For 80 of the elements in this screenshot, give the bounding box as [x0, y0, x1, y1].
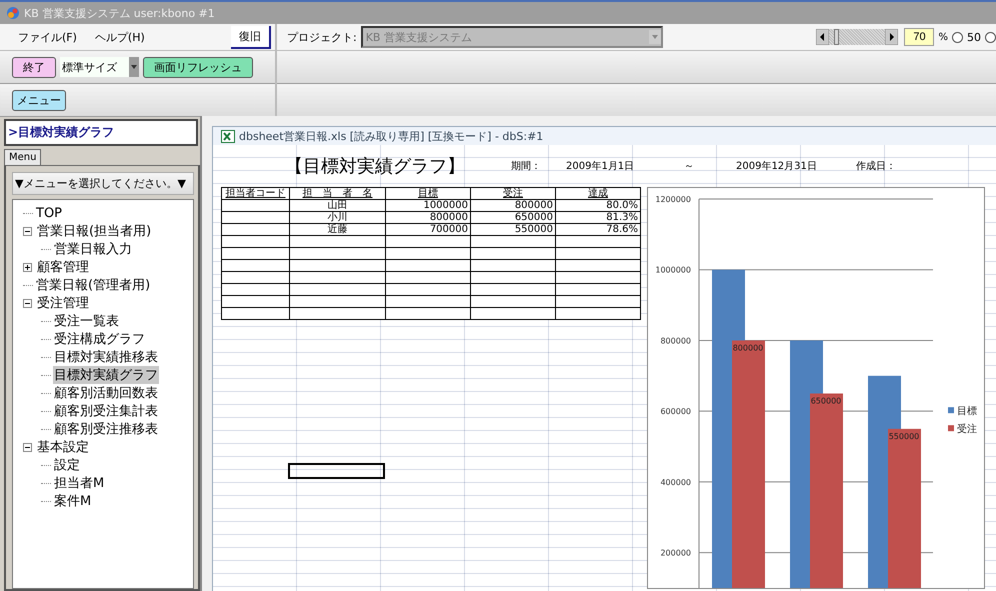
- current-page-label: >目標対実績グラフ: [4, 119, 198, 146]
- collapse-icon[interactable]: [23, 442, 32, 452]
- y-tick-label: 600000: [660, 407, 691, 416]
- y-tick-label: 1000000: [655, 266, 691, 275]
- table-cell: 800000: [430, 212, 468, 223]
- table-cell: 650000: [514, 212, 553, 223]
- table-cell: 1000000: [423, 200, 468, 211]
- period-from: 2009年1月1日: [566, 160, 636, 173]
- zoom-scrollbar[interactable]: [816, 28, 898, 46]
- collapse-icon[interactable]: [23, 298, 32, 308]
- spreadsheet-icon: [221, 130, 235, 142]
- sheet-heading: 【目標対実績グラフ】: [285, 155, 466, 178]
- column-header: 受注: [470, 188, 556, 200]
- data-label: 800000: [732, 343, 764, 352]
- table-cell: 81.3%: [606, 212, 638, 223]
- column-header: 目標: [386, 188, 470, 200]
- tree-item[interactable]: 受注管理: [36, 294, 90, 312]
- tree-item[interactable]: TOP: [35, 206, 64, 220]
- data-label: 650000: [810, 396, 842, 406]
- radio-label: 50: [967, 30, 981, 44]
- scroll-right-icon[interactable]: [885, 29, 898, 45]
- table-cell: 80.0%: [606, 200, 638, 211]
- y-tick-label: 200000: [660, 548, 691, 558]
- legend-label: 目標: [957, 406, 977, 418]
- tree-item[interactable]: 設定: [53, 456, 81, 474]
- menu-select-button[interactable]: ▼メニューを選択してください。▼: [12, 172, 194, 195]
- radio-button[interactable]: [985, 32, 996, 42]
- scroll-left-icon[interactable]: [816, 29, 830, 45]
- tree-item[interactable]: 受注構成グラフ: [53, 330, 146, 348]
- tree-item[interactable]: 担当者M: [53, 474, 106, 492]
- y-tick-label: 400000: [660, 478, 691, 487]
- menu-item[interactable]: ファイル(F): [18, 30, 77, 44]
- menu-button[interactable]: メニュー: [12, 90, 66, 110]
- y-tick-label: 1200000: [655, 195, 691, 204]
- project-label: プロジェクト:: [287, 30, 357, 44]
- column-header: 達成: [556, 188, 640, 200]
- tree-item[interactable]: 受注一覧表: [53, 312, 120, 330]
- data-label: 550000: [888, 432, 920, 441]
- y-tick-label: 800000: [660, 336, 691, 346]
- tree-item[interactable]: 目標対実績グラフ: [53, 366, 159, 384]
- tree-item[interactable]: 案件M: [53, 492, 92, 510]
- column-header: 担 当 者 名: [290, 188, 386, 200]
- table-cell: 小川: [328, 212, 348, 223]
- tree-item[interactable]: 営業日報(管理者用): [35, 276, 152, 294]
- tree-item[interactable]: 基本設定: [36, 438, 90, 456]
- table-cell: 78.6%: [606, 224, 638, 235]
- tree-item[interactable]: 顧客別受注集計表: [53, 402, 159, 420]
- restore-button[interactable]: 復旧: [231, 26, 271, 48]
- app-logo-icon: [6, 6, 20, 20]
- tree-item[interactable]: 顧客別活動回数表: [53, 384, 159, 402]
- column-header: 担当者コード: [222, 188, 290, 200]
- table-cell: 800000: [514, 200, 553, 211]
- percent-label: %: [938, 32, 948, 42]
- tree-item[interactable]: 目標対実績推移表: [53, 348, 159, 366]
- table-cell: 近藤: [328, 224, 348, 235]
- table-cell: 山田: [328, 200, 348, 211]
- size-dropdown[interactable]: 標準サイズ: [60, 57, 139, 77]
- sheet-window-title: dbsheet営業日報.xls [読み取り専用] [互換モード] - dbS:#1: [239, 128, 544, 144]
- period-label: 期間：: [511, 160, 542, 173]
- menu-tab[interactable]: Menu: [4, 149, 42, 165]
- table-cell: 700000: [430, 224, 468, 235]
- expand-icon[interactable]: [23, 262, 32, 272]
- menu-item[interactable]: ヘルプ(H): [94, 30, 145, 44]
- cell-cursor[interactable]: [288, 463, 385, 479]
- period-separator: ～: [683, 160, 695, 173]
- tree-item[interactable]: 営業日報(担当者用): [36, 222, 152, 240]
- tree-item[interactable]: 営業日報入力: [53, 240, 133, 258]
- exit-button[interactable]: 終了: [12, 56, 56, 78]
- tree-item[interactable]: 顧客管理: [36, 258, 90, 276]
- refresh-button[interactable]: 画面リフレッシュ: [143, 56, 253, 78]
- collapse-icon[interactable]: [23, 226, 32, 236]
- zoom-thumb[interactable]: [834, 29, 840, 45]
- zoom-field[interactable]: 70: [904, 28, 934, 46]
- created-label: 作成日：: [856, 160, 897, 173]
- tree-item[interactable]: 顧客別受注推移表: [53, 420, 159, 438]
- table-cell: 550000: [514, 224, 553, 235]
- legend-label: 受注: [957, 424, 977, 436]
- period-to: 2009年12月31日: [736, 160, 818, 173]
- window-title: KB 営業支援システム user:kbono #1: [24, 6, 215, 20]
- radio-button[interactable]: [952, 32, 963, 42]
